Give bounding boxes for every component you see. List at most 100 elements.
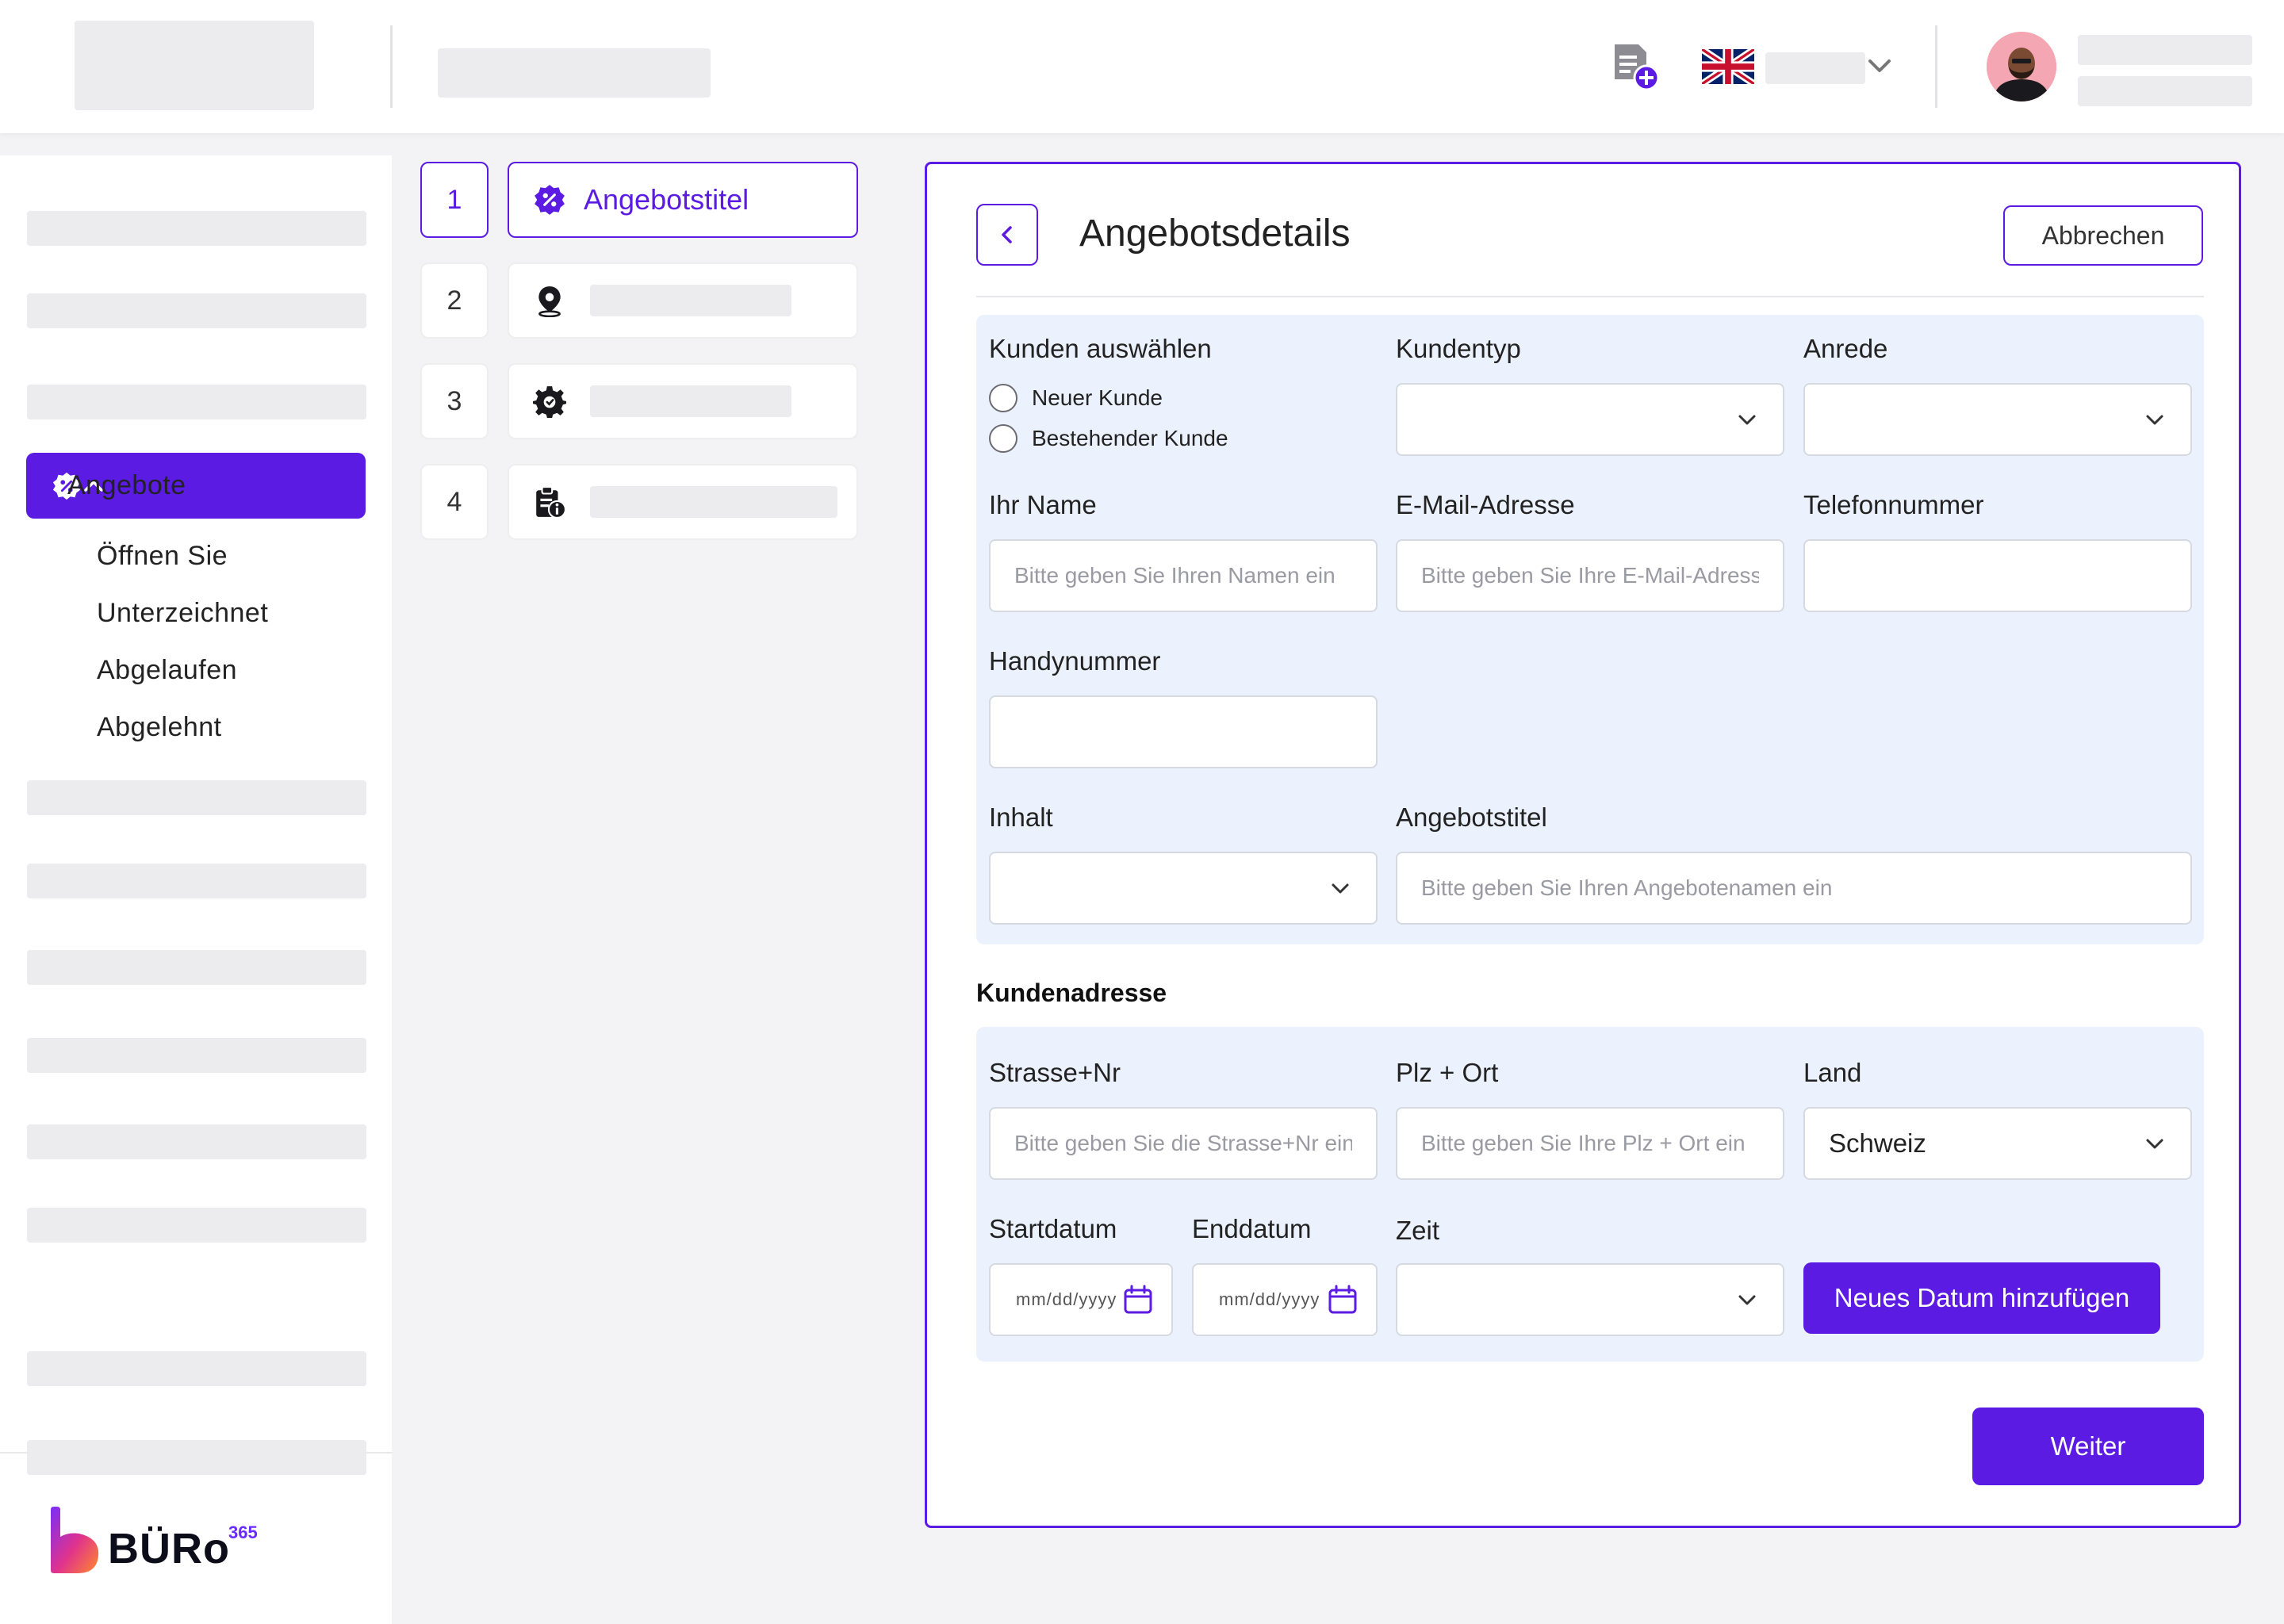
step-settings[interactable] <box>508 363 858 439</box>
radio-new-customer[interactable]: Neuer Kunde <box>989 384 1163 412</box>
address-heading: Kundenadresse <box>976 979 1167 1007</box>
name-label: Ihr Name <box>989 490 1097 519</box>
step-label-placeholder <box>590 385 791 417</box>
address-section: Strasse+Nr Plz + Ort Land Schweiz Startd… <box>976 1027 2204 1362</box>
add-date-button[interactable]: Neues Datum hinzufügen <box>1803 1262 2160 1334</box>
header-title-placeholder <box>438 48 711 98</box>
sidebar: Angebote Öffnen Sie Unterzeichnet Abgela… <box>0 155 392 1624</box>
step-label: Angebotstitel <box>584 183 749 216</box>
zip-input[interactable] <box>1396 1107 1784 1180</box>
calendar-icon[interactable] <box>1122 1284 1154 1316</box>
step-number[interactable]: 1 <box>420 162 489 238</box>
sidebar-item-placeholder[interactable] <box>27 293 366 328</box>
chevron-down-icon <box>1738 1295 1756 1305</box>
salutation-label: Anrede <box>1803 334 1888 363</box>
step-location[interactable] <box>508 262 858 339</box>
radio-button[interactable] <box>989 424 1017 453</box>
radio-label: Neuer Kunde <box>1032 385 1163 410</box>
back-button[interactable] <box>976 204 1038 266</box>
salutation-select[interactable] <box>1803 383 2192 456</box>
radio-label: Bestehender Kunde <box>1032 426 1228 450</box>
map-pin-icon <box>538 286 561 317</box>
phone-input[interactable] <box>1803 539 2192 612</box>
step-summary[interactable] <box>508 464 858 540</box>
customer-section: Kunden auswählen Neuer Kunde Bestehender… <box>976 315 2204 944</box>
sidebar-item-placeholder[interactable] <box>27 780 366 815</box>
clipboard-info-icon <box>536 486 566 519</box>
page-title: Angebotsdetails <box>1079 213 1351 255</box>
radio-existing-customer[interactable]: Bestehender Kunde <box>989 424 1228 453</box>
sidebar-subitem-unterzeichnet[interactable]: Unterzeichnet <box>97 598 268 629</box>
avatar[interactable] <box>1987 32 2056 102</box>
chevron-down-icon <box>1332 883 1349 894</box>
logo-placeholder <box>75 21 314 110</box>
sidebar-subitem-abgelaufen[interactable]: Abgelaufen <box>97 655 237 686</box>
brand-superscript: 365 <box>228 1522 258 1542</box>
step-label-placeholder <box>590 285 791 316</box>
chevron-down-icon[interactable] <box>1865 54 1894 78</box>
brand-mark-icon <box>51 1507 99 1573</box>
cancel-button[interactable]: Abbrechen <box>2003 205 2203 266</box>
sidebar-item-placeholder[interactable] <box>27 385 366 419</box>
sidebar-subitem-abgelehnt[interactable]: Abgelehnt <box>97 712 222 743</box>
country-label: Land <box>1803 1058 1862 1087</box>
sidebar-item-placeholder[interactable] <box>27 1124 366 1159</box>
add-document-icon[interactable] <box>1610 41 1661 92</box>
sidebar-item-placeholder[interactable] <box>27 1351 366 1386</box>
step-number[interactable]: 4 <box>420 464 489 540</box>
next-button[interactable]: Weiter <box>1972 1408 2204 1485</box>
country-select[interactable]: Schweiz <box>1803 1107 2192 1180</box>
start-date-picker[interactable]: mm/dd/yyyy <box>989 1263 1173 1336</box>
phone-label: Telefonnummer <box>1803 490 1984 519</box>
step-label-placeholder <box>590 486 837 518</box>
offer-title-label: Angebotstitel <box>1396 802 1547 832</box>
sidebar-item-placeholder[interactable] <box>27 211 366 246</box>
start-date-label: Startdatum <box>989 1214 1117 1243</box>
content-label: Inhalt <box>989 802 1053 832</box>
language-name-placeholder[interactable] <box>1765 52 1865 84</box>
customer-select-label: Kunden auswählen <box>989 334 1212 363</box>
mobile-label: Handynummer <box>989 646 1161 676</box>
sidebar-item-placeholder[interactable] <box>27 864 366 898</box>
percent-badge-icon <box>535 185 565 215</box>
email-label: E-Mail-Adresse <box>1396 490 1575 519</box>
chevron-left-icon <box>1002 226 1012 243</box>
user-role-placeholder <box>2078 76 2252 106</box>
date-placeholder: mm/dd/yyyy <box>1016 1289 1117 1309</box>
street-input[interactable] <box>989 1107 1378 1180</box>
step-angebotstitel[interactable]: Angebotstitel <box>508 162 858 238</box>
offer-details-panel: Angebotsdetails Abbrechen Kunden auswähl… <box>925 162 2241 1528</box>
content-select[interactable] <box>989 852 1378 925</box>
header-divider <box>390 25 393 108</box>
chevron-down-icon <box>2146 1139 2163 1149</box>
end-date-label: Enddatum <box>1192 1214 1312 1243</box>
end-date-picker[interactable]: mm/dd/yyyy <box>1192 1263 1378 1336</box>
user-name-placeholder <box>2078 35 2252 65</box>
customer-type-label: Kundentyp <box>1396 334 1521 363</box>
select-value: Schweiz <box>1829 1128 1926 1158</box>
time-label: Zeit <box>1396 1216 1440 1245</box>
sidebar-item-placeholder[interactable] <box>27 1440 366 1475</box>
gear-icon <box>533 386 566 418</box>
calendar-icon[interactable] <box>1327 1284 1359 1316</box>
offer-title-input[interactable] <box>1396 852 2192 925</box>
sidebar-subitem-offen[interactable]: Öffnen Sie <box>97 541 228 572</box>
email-input[interactable] <box>1396 539 1784 612</box>
top-header <box>0 0 2284 133</box>
sidebar-item-placeholder[interactable] <box>27 950 366 985</box>
radio-button[interactable] <box>989 384 1017 412</box>
sidebar-item-placeholder[interactable] <box>27 1038 366 1073</box>
name-input[interactable] <box>989 539 1378 612</box>
header-divider <box>1935 25 1937 108</box>
brand-name: BÜRo <box>108 1525 230 1572</box>
customer-type-select[interactable] <box>1396 383 1784 456</box>
brand-logo: BÜRo 365 <box>48 1507 286 1578</box>
sidebar-item-placeholder[interactable] <box>27 1208 366 1243</box>
step-number[interactable]: 3 <box>420 363 489 439</box>
uk-flag-icon[interactable] <box>1702 49 1754 84</box>
step-number[interactable]: 2 <box>420 262 489 339</box>
chevron-down-icon <box>2146 415 2163 425</box>
time-select[interactable] <box>1396 1263 1784 1336</box>
sidebar-item-angebote[interactable]: Angebote <box>26 453 366 519</box>
mobile-input[interactable] <box>989 695 1378 768</box>
